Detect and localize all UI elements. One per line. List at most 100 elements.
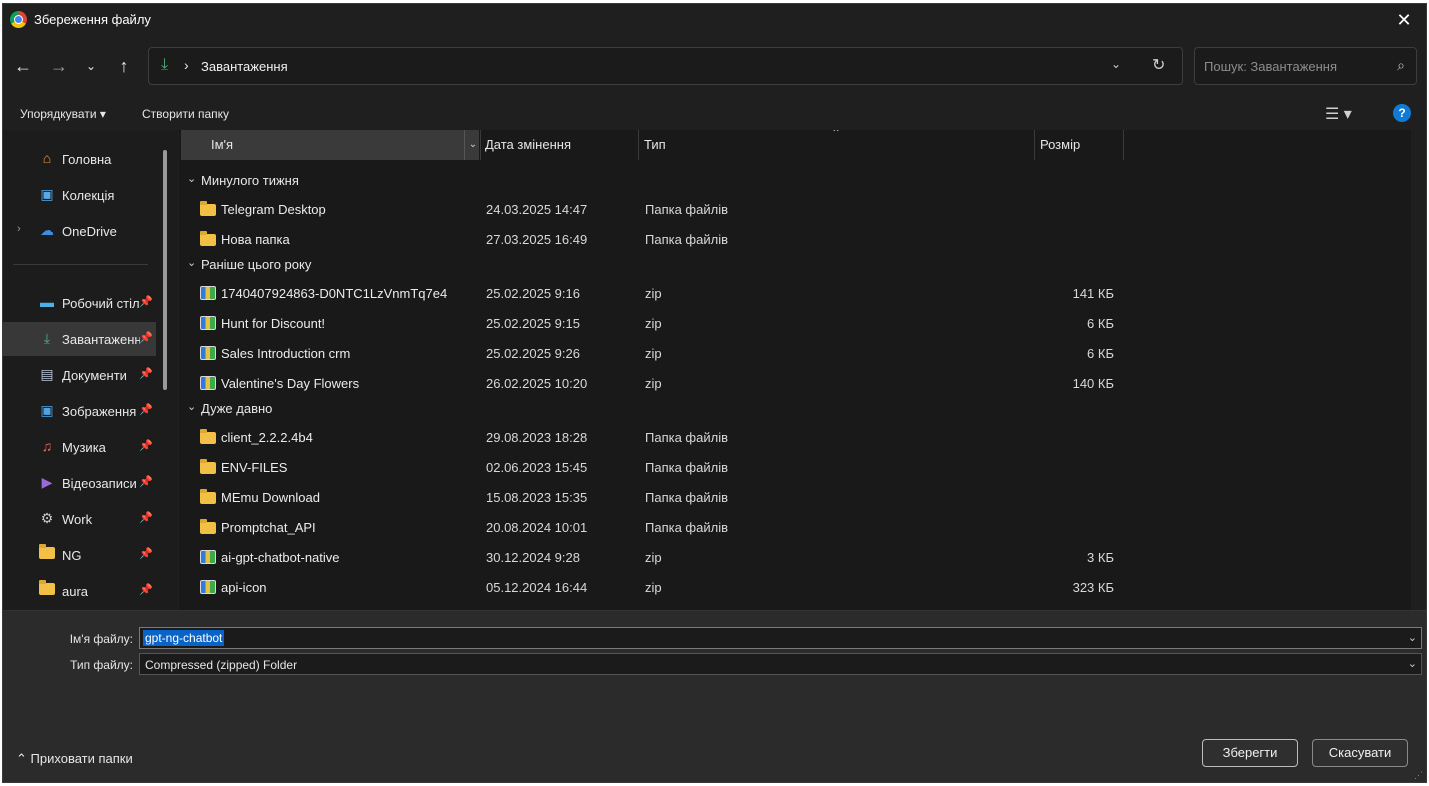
file-date: 30.12.2024 9:28 bbox=[486, 550, 580, 565]
group-header[interactable]: ⌄ Минулого тижня bbox=[179, 168, 1079, 192]
address-bar[interactable]: ⤓ › Завантаження ⌄ ↻ bbox=[148, 47, 1183, 85]
close-button[interactable]: ✕ bbox=[1382, 4, 1426, 36]
file-date: 25.02.2025 9:15 bbox=[486, 316, 580, 331]
pin-icon: 📌 bbox=[139, 512, 153, 524]
forward-arrow-icon[interactable]: → bbox=[45, 52, 73, 80]
file-date: 02.06.2023 15:45 bbox=[486, 460, 588, 475]
save-form-area: Ім'я файлу: gpt-ng-chatbot ⌄ Тип файлу: … bbox=[3, 610, 1426, 782]
recent-locations-chevron-icon[interactable]: ⌄ bbox=[77, 52, 105, 80]
sidebar-item-gallery[interactable]: ▣ Колекція bbox=[3, 178, 156, 212]
hide-folders-button[interactable]: ⌃ Приховати папки bbox=[16, 751, 133, 767]
collapse-chevron-icon[interactable]: ⌄ bbox=[187, 172, 196, 185]
group-label: Минулого тижня bbox=[201, 173, 299, 188]
sidebar-item-label: Музика bbox=[62, 440, 106, 455]
pin-icon: 📌 bbox=[139, 440, 153, 452]
save-button[interactable]: Зберегти bbox=[1202, 739, 1298, 767]
search-box[interactable]: ⌕ bbox=[1194, 47, 1417, 85]
filetype-label: Тип файлу: bbox=[70, 658, 133, 672]
sidebar-item-home[interactable]: ⌂ Головна bbox=[3, 142, 156, 176]
file-row[interactable]: api-icon 05.12.2024 16:44 zip 323 КБ bbox=[179, 572, 1179, 602]
sidebar-item-desktop[interactable]: ▬ Робочий стіл 📌 bbox=[3, 286, 156, 320]
file-name: Hunt for Discount! bbox=[221, 316, 326, 331]
back-arrow-icon[interactable]: ← bbox=[9, 52, 37, 80]
file-row[interactable]: Нова папка 27.03.2025 16:49 Папка файлів bbox=[179, 224, 1179, 254]
search-icon[interactable]: ⌕ bbox=[1397, 57, 1405, 74]
filetype-dropdown-icon[interactable]: ⌄ bbox=[1408, 657, 1417, 670]
file-row[interactable]: Promptchat_API 20.08.2024 10:01 Папка файл… bbox=[179, 512, 1179, 542]
column-filter-chevron-icon[interactable]: ⌄ bbox=[464, 130, 481, 160]
sidebar-item-ng[interactable]: NG 📌 bbox=[3, 538, 156, 572]
column-header-name-label: Ім'я bbox=[211, 137, 234, 152]
column-header-name[interactable]: Ім'я ⌄ bbox=[181, 130, 479, 160]
breadcrumb-downloads[interactable]: Завантаження bbox=[201, 59, 288, 74]
file-name: client_2.2.2.4b4 bbox=[221, 430, 313, 445]
chrome-icon bbox=[10, 11, 27, 28]
sidebar-item-documents[interactable]: ▤ Документи 📌 bbox=[3, 358, 156, 392]
folder-icon bbox=[38, 544, 56, 563]
file-type: Папка файлів bbox=[645, 202, 728, 217]
column-separator[interactable] bbox=[1034, 130, 1035, 160]
sidebar-item-pictures[interactable]: ▣ Зображення 📌 bbox=[3, 394, 156, 428]
group-header[interactable]: ⌄ Раніше цього року bbox=[179, 252, 1079, 276]
file-name: Valentine's Day Flowers bbox=[221, 376, 360, 391]
file-type: zip bbox=[645, 286, 662, 301]
column-header-date[interactable]: Дата змінення bbox=[485, 130, 635, 160]
expand-chevron-icon[interactable]: › bbox=[17, 223, 21, 235]
filename-input[interactable]: gpt-ng-chatbot bbox=[143, 630, 225, 646]
filetype-select[interactable]: Compressed (zipped) Folder ⌄ bbox=[139, 653, 1422, 675]
navigation-pane: ⌂ Головна ▣ Колекція › ☁ OneDrive ▬ Робо… bbox=[3, 130, 178, 610]
videos-icon: ▶ bbox=[41, 474, 53, 490]
file-name: 1740407924863-D0NTC1LzVnmTq7e4 bbox=[221, 286, 448, 301]
file-name: Telegram Desktop bbox=[221, 202, 326, 217]
sidebar-item-label: Work bbox=[62, 512, 93, 527]
up-arrow-icon[interactable]: ↑ bbox=[110, 52, 138, 80]
file-name: api-icon bbox=[221, 580, 267, 595]
navigation-bar: ← → ⌄ ↑ ⤓ › Завантаження ⌄ ↻ ⌕ bbox=[3, 40, 1426, 96]
column-separator[interactable] bbox=[480, 130, 481, 160]
filename-combobox[interactable]: gpt-ng-chatbot ⌄ bbox=[139, 627, 1422, 649]
column-header-size[interactable]: Розмір bbox=[1040, 130, 1120, 160]
file-row[interactable]: Hunt for Discount! 25.02.2025 9:15 zip 6 КБ bbox=[179, 308, 1179, 338]
file-row[interactable]: Sales Introduction crm 25.02.2025 9:26 zip… bbox=[179, 338, 1179, 368]
sidebar-item-downloads[interactable]: ⤓ Завантаження 📌 bbox=[3, 322, 156, 356]
view-options-icon[interactable]: ☰ ▾ bbox=[1325, 104, 1352, 124]
sidebar-scrollbar[interactable] bbox=[163, 150, 167, 390]
sidebar-divider bbox=[13, 264, 148, 265]
group-header[interactable]: ⌄ Дуже давно bbox=[179, 396, 1079, 420]
file-row[interactable]: ai-gpt-chatbot-native 30.12.2024 9:28 zip 3… bbox=[179, 542, 1179, 572]
column-header-type[interactable]: Тип bbox=[644, 130, 1034, 160]
sidebar-item-label: Колекція bbox=[62, 188, 115, 203]
file-row[interactable]: Telegram Desktop 24.03.2025 14:47 Папка фа… bbox=[179, 194, 1179, 224]
filename-dropdown-icon[interactable]: ⌄ bbox=[1408, 631, 1417, 644]
save-file-dialog: Збереження файлу ✕ ← → ⌄ ↑ ⤓ › Завантаже… bbox=[2, 3, 1427, 783]
file-row[interactable]: client_2.2.2.4b4 29.08.2023 18:28 Папка фа… bbox=[179, 422, 1179, 452]
help-icon[interactable]: ? bbox=[1393, 104, 1411, 122]
file-name: MEmu Download bbox=[221, 490, 320, 505]
file-date: 15.08.2023 15:35 bbox=[486, 490, 588, 505]
collapse-chevron-icon[interactable]: ⌄ bbox=[187, 256, 196, 269]
organize-menu-button[interactable]: Упорядкувати ▾ bbox=[20, 107, 106, 121]
cancel-button[interactable]: Скасувати bbox=[1312, 739, 1408, 767]
resize-grip-icon[interactable]: ⋰ bbox=[1414, 770, 1423, 781]
filename-label: Ім'я файлу: bbox=[69, 632, 133, 646]
file-row[interactable]: 1740407924863-D0NTC1LzVnmTq7e4 25.02.2025… bbox=[179, 278, 1179, 308]
sidebar-item-onedrive[interactable]: › ☁ OneDrive bbox=[3, 214, 156, 248]
file-row[interactable]: Valentine's Day Flowers 26.02.2025 10:20 z… bbox=[179, 368, 1179, 398]
search-input[interactable] bbox=[1195, 48, 1385, 84]
sidebar-item-work[interactable]: ⚙ Work 📌 bbox=[3, 502, 156, 536]
column-separator[interactable] bbox=[1123, 130, 1124, 160]
sidebar-item-music[interactable]: ♫ Музика 📌 bbox=[3, 430, 156, 464]
file-row[interactable]: MEmu Download 15.08.2023 15:35 Папка файлі… bbox=[179, 482, 1179, 512]
address-dropdown-icon[interactable]: ⌄ bbox=[1111, 57, 1121, 71]
file-row[interactable]: ENV-FILES 02.06.2023 15:45 Папка файлів bbox=[179, 452, 1179, 482]
refresh-icon[interactable]: ↻ bbox=[1152, 55, 1165, 75]
file-type: Папка файлів bbox=[645, 520, 728, 535]
sidebar-item-label: Документи bbox=[62, 368, 127, 383]
sidebar-item-videos[interactable]: ▶ Відеозаписи 📌 bbox=[3, 466, 156, 500]
breadcrumb-chevron-icon[interactable]: › bbox=[184, 57, 189, 73]
new-folder-button[interactable]: Створити папку bbox=[142, 107, 229, 121]
collapse-chevron-icon[interactable]: ⌄ bbox=[187, 400, 196, 413]
sidebar-item-aura[interactable]: aura 📌 bbox=[3, 574, 156, 608]
file-type: Папка файлів bbox=[645, 430, 728, 445]
column-separator[interactable] bbox=[638, 130, 639, 160]
